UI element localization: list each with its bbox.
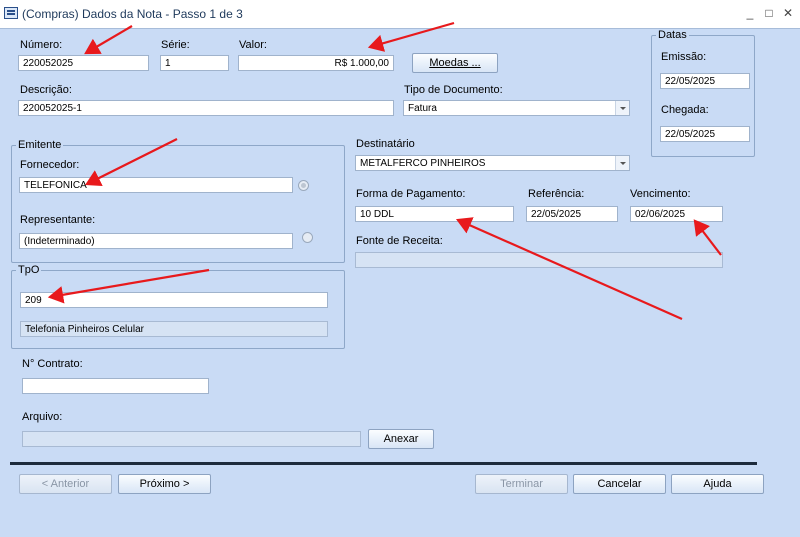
arquivo-label: Arquivo: [22, 411, 63, 423]
cancelar-button[interactable]: Cancelar [573, 474, 666, 494]
tpo-code-field[interactable]: 209 [20, 292, 328, 308]
tpo-legend: TpO [16, 264, 42, 276]
referencia-label: Referência: [528, 188, 585, 200]
app-form-icon [4, 7, 18, 19]
serie-label: Série: [161, 39, 190, 51]
representante-label: Representante: [20, 214, 96, 226]
chevron-down-icon[interactable] [615, 101, 629, 115]
fornecedor-label: Fornecedor: [20, 159, 80, 171]
emissao-field[interactable]: 22/05/2025 [660, 73, 750, 89]
descricao-label: Descrição: [20, 84, 72, 96]
tipo-documento-value: Fatura [408, 103, 437, 114]
proximo-button[interactable]: Próximo > [118, 474, 211, 494]
descricao-field[interactable]: 220052025-1 [18, 100, 394, 116]
window-title: (Compras) Dados da Nota - Passo 1 de 3 [22, 7, 243, 21]
moedas-button[interactable]: Moedas ... [412, 53, 498, 73]
title-bar: (Compras) Dados da Nota - Passo 1 de 3 _… [0, 0, 800, 29]
anexar-button[interactable]: Anexar [368, 429, 434, 449]
representante-radio[interactable] [302, 232, 313, 243]
forma-pagamento-field[interactable]: 10 DDL [355, 206, 514, 222]
anterior-button[interactable]: < Anterior [19, 474, 112, 494]
datas-group: Datas Emissão: 22/05/2025 Chegada: 22/05… [651, 29, 755, 157]
ajuda-button[interactable]: Ajuda [671, 474, 764, 494]
tipo-documento-label: Tipo de Documento: [404, 84, 503, 96]
numero-field[interactable]: 220052025 [18, 55, 149, 71]
tpo-group: TpO 209 Telefonia Pinheiros Celular [11, 264, 345, 349]
fornecedor-field[interactable]: TELEFONICA [19, 177, 293, 193]
arrow-to-forma-pagamento [455, 217, 683, 321]
dialog-window: (Compras) Dados da Nota - Passo 1 de 3 _… [0, 0, 800, 537]
fornecedor-radio[interactable] [298, 180, 309, 191]
valor-label: Valor: [239, 39, 267, 51]
tipo-documento-select[interactable]: Fatura [403, 100, 630, 116]
fonte-receita-field[interactable] [355, 252, 723, 268]
representante-field[interactable]: (Indeterminado) [19, 233, 293, 249]
destinatario-select[interactable]: METALFERCO PINHEIROS [355, 155, 630, 171]
vencimento-label: Vencimento: [630, 188, 691, 200]
chevron-down-icon[interactable] [615, 156, 629, 170]
numero-label: Número: [20, 39, 63, 51]
close-button[interactable]: ✕ [779, 5, 797, 21]
datas-legend: Datas [656, 29, 689, 41]
arquivo-field[interactable] [22, 431, 361, 447]
emitente-legend: Emitente [16, 139, 64, 151]
tpo-description-field: Telefonia Pinheiros Celular [20, 321, 328, 337]
maximize-button[interactable]: □ [760, 5, 778, 21]
serie-field[interactable]: 1 [160, 55, 229, 71]
terminar-button[interactable]: Terminar [475, 474, 568, 494]
emissao-label: Emissão: [661, 51, 707, 63]
contrato-field[interactable] [22, 378, 209, 394]
footer-separator [10, 462, 757, 465]
vencimento-field[interactable]: 02/06/2025 [630, 206, 723, 222]
chegada-label: Chegada: [661, 104, 709, 116]
arrow-to-vencimento [693, 219, 722, 256]
contrato-label: N° Contrato: [22, 358, 83, 370]
referencia-field[interactable]: 22/05/2025 [526, 206, 618, 222]
arrow-to-numero [84, 25, 133, 55]
emitente-group: Emitente Fornecedor: TELEFONICA Represen… [11, 139, 345, 263]
moedas-button-label: Moedas ... [429, 57, 481, 69]
chegada-field[interactable]: 22/05/2025 [660, 126, 750, 142]
destinatario-label: Destinatário [356, 138, 415, 150]
valor-field[interactable]: R$ 1.000,00 [238, 55, 394, 71]
destinatario-value: METALFERCO PINHEIROS [360, 158, 486, 169]
minimize-button[interactable]: _ [741, 5, 759, 21]
fonte-receita-label: Fonte de Receita: [356, 235, 443, 247]
forma-pagamento-label: Forma de Pagamento: [356, 188, 466, 200]
